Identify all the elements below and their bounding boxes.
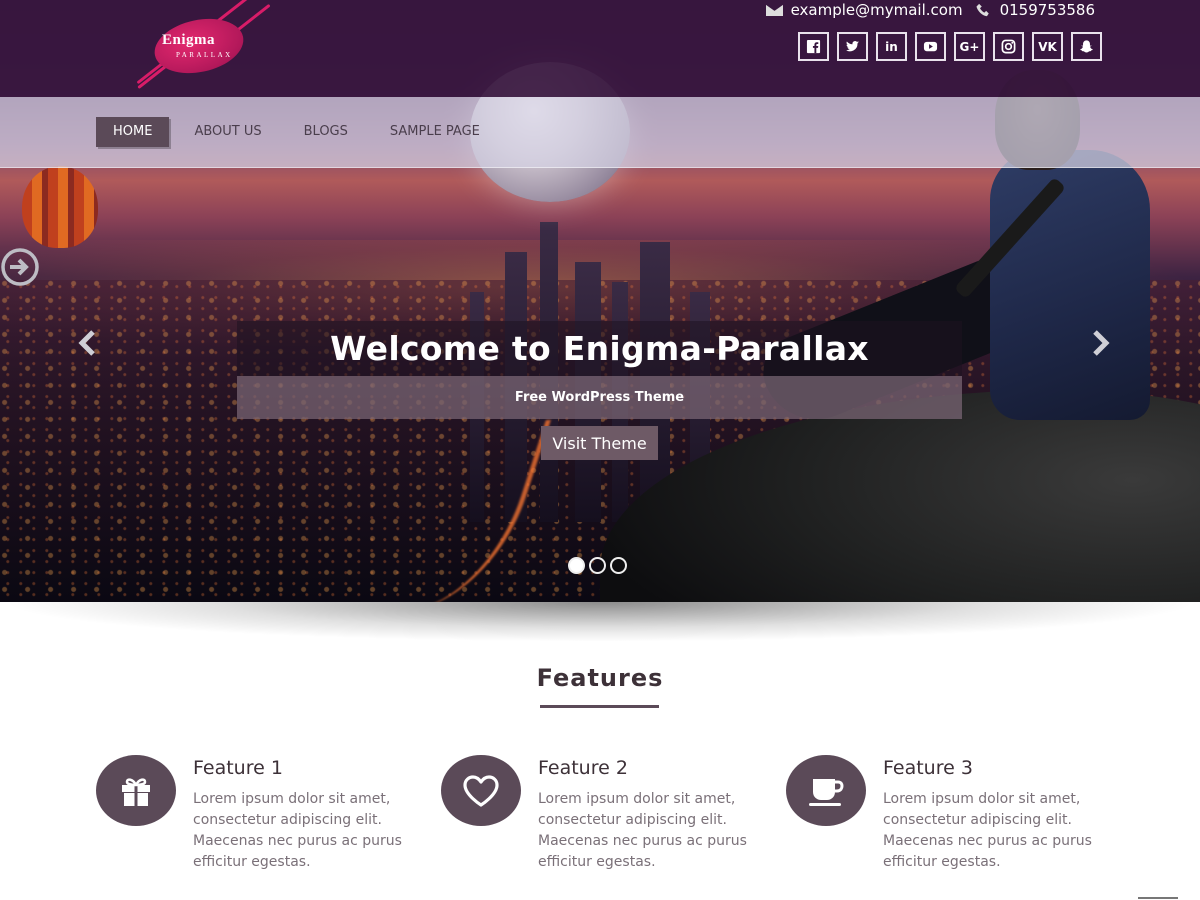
circle-arrow-right-icon[interactable] [0,247,42,287]
slide-dot-1[interactable] [568,557,585,574]
chevron-left-icon [78,330,95,356]
feature-description: Lorem ipsum dolor sit amet, consectetur … [883,791,1092,870]
main-navigation: HOME ABOUT US BLOGS SAMPLE PAGE [0,97,1200,168]
features-heading-underline [540,705,659,708]
slider-prev-button[interactable] [76,330,98,356]
slide-subtitle: Free WordPress Theme [237,376,962,419]
feature-card-2: Feature 2 Lorem ipsum dolor sit amet, co… [441,755,771,885]
feature-title: Feature 1 [193,757,283,779]
site-logo[interactable]: Enigma PARALLAX [130,0,271,90]
scroll-indicator [1138,897,1178,899]
coffee-cup-icon [786,755,866,826]
gift-icon [96,755,176,826]
nav-item-sample-page[interactable]: SAMPLE PAGE [373,117,497,147]
nav-item-about-us[interactable]: ABOUT US [177,117,278,147]
social-links: in G+ VK [798,32,1102,61]
heart-icon [441,755,521,826]
logo-name: Enigma [162,32,216,48]
contact-phone[interactable]: 0159753586 [1000,1,1095,19]
features-heading: Features [536,664,664,692]
slider-next-button[interactable] [1090,330,1112,356]
linkedin-icon[interactable]: in [876,32,907,61]
feature-description: Lorem ipsum dolor sit amet, consectetur … [538,791,747,870]
slide-dot-3[interactable] [610,557,627,574]
feature-title: Feature 2 [538,757,628,779]
vk-icon[interactable]: VK [1032,32,1063,61]
slide-title-box: Welcome to Enigma-Parallax [237,321,962,376]
slider-indicators [568,557,627,574]
logo-subtitle: PARALLAX [176,51,233,59]
feature-title: Feature 3 [883,757,973,779]
twitter-icon[interactable] [837,32,868,61]
hot-air-balloon [22,166,98,248]
nav-item-home[interactable]: HOME [96,117,170,147]
top-bar: Enigma PARALLAX example@mymail.com 01597… [0,0,1200,97]
nav-item-blogs[interactable]: BLOGS [287,117,365,147]
slide-dot-2[interactable] [589,557,606,574]
snapchat-icon[interactable] [1071,32,1102,61]
google-plus-icon[interactable]: G+ [954,32,985,61]
chevron-right-icon [1093,330,1110,356]
hero-drop-shadow [0,602,1200,642]
contact-info: example@mymail.com 0159753586 [765,0,1095,20]
feature-card-1: Feature 1 Lorem ipsum dolor sit amet, co… [96,755,426,885]
visit-theme-button[interactable]: Visit Theme [541,426,658,460]
envelope-icon [765,3,783,16]
youtube-icon[interactable] [915,32,946,61]
feature-card-3: Feature 3 Lorem ipsum dolor sit amet, co… [786,755,1116,885]
person-jacket [990,150,1150,420]
facebook-icon[interactable] [798,32,829,61]
instagram-icon[interactable] [993,32,1024,61]
phone-icon [976,3,989,17]
contact-email[interactable]: example@mymail.com [791,1,963,19]
slide-title: Welcome to Enigma-Parallax [330,329,869,368]
feature-description: Lorem ipsum dolor sit amet, consectetur … [193,791,402,870]
